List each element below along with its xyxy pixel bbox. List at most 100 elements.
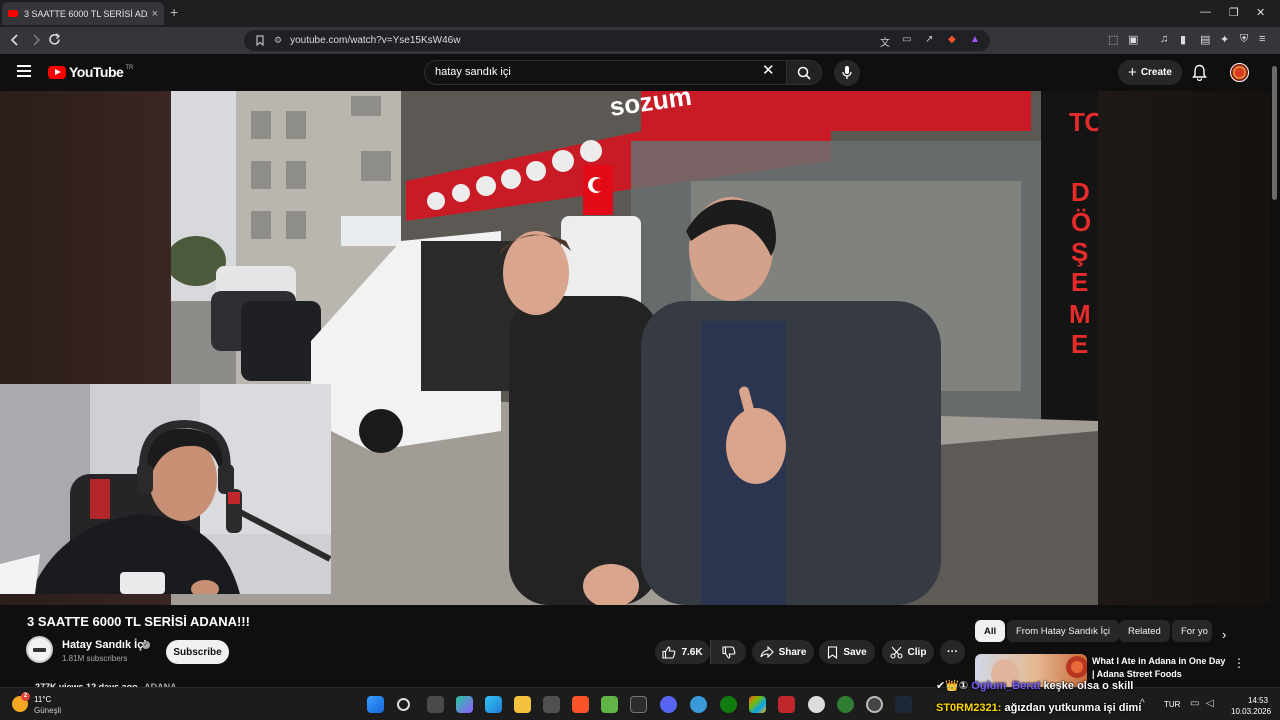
- weather-description[interactable]: Güneşli: [34, 706, 61, 715]
- volume-icon[interactable]: ◁: [1206, 698, 1214, 709]
- cast-icon[interactable]: ▭: [902, 34, 911, 45]
- dislike-button[interactable]: [710, 640, 746, 664]
- create-label: Create: [1140, 67, 1172, 78]
- file-explorer-icon[interactable]: [514, 696, 531, 713]
- minimize-button[interactable]: —: [1200, 6, 1211, 18]
- chat-text: ağızdan yutkunma işi dimi: [1004, 702, 1142, 714]
- browser-tab-youtube[interactable]: 3 SAATTE 6000 TL SERİSİ ADANA!!! ×: [2, 2, 164, 25]
- back-icon[interactable]: [10, 34, 20, 46]
- url-text[interactable]: youtube.com/watch?v=Yse15KsW46w: [290, 35, 460, 46]
- country-code: TR: [125, 65, 134, 71]
- minecraft-icon[interactable]: [601, 696, 618, 713]
- obs-icon[interactable]: [808, 696, 825, 713]
- weather-badge: 2: [21, 692, 30, 701]
- create-button[interactable]: + Create: [1118, 60, 1182, 85]
- clip-button[interactable]: Clip: [882, 640, 934, 664]
- notifications-bell-icon[interactable]: [1192, 64, 1207, 81]
- search-input[interactable]: hatay sandık içi: [424, 60, 786, 85]
- edge-icon[interactable]: [485, 696, 502, 713]
- new-tab-button[interactable]: +: [170, 4, 178, 20]
- channel-avatar[interactable]: [26, 636, 53, 663]
- page-scrollbar[interactable]: [1270, 54, 1280, 687]
- youtube-logo[interactable]: YouTube TR: [48, 64, 133, 80]
- chip-related[interactable]: Related: [1119, 620, 1170, 642]
- clock-date[interactable]: 10.03.2026: [1231, 707, 1271, 716]
- site-info-icon[interactable]: ⚙: [274, 35, 282, 46]
- input-language[interactable]: TUR: [1164, 700, 1180, 709]
- search-button[interactable]: [786, 60, 822, 85]
- start-menu-icon[interactable]: [367, 696, 384, 713]
- translate-icon[interactable]: 文: [880, 34, 890, 49]
- menu-icon[interactable]: ≡: [1259, 33, 1265, 45]
- guide-menu-icon[interactable]: [17, 65, 31, 77]
- brave-rewards-icon[interactable]: ▲: [970, 34, 980, 45]
- address-bar[interactable]: ⚙ youtube.com/watch?v=Yse15KsW46w: [244, 30, 990, 51]
- search-icon: [797, 66, 811, 80]
- voice-search-button[interactable]: [834, 60, 860, 86]
- voicemod-icon[interactable]: [778, 696, 795, 713]
- save-label: Save: [843, 646, 867, 658]
- youtube-wordmark: YouTube: [69, 64, 124, 80]
- sidebar-icon[interactable]: ▮: [1180, 33, 1186, 46]
- svg-text:D: D: [1071, 177, 1090, 207]
- recommendation-menu-icon[interactable]: ⋮: [1233, 656, 1245, 670]
- store-icon[interactable]: [543, 696, 560, 713]
- extensions-icon[interactable]: ⬚: [1108, 33, 1118, 46]
- clock-time[interactable]: 14:53: [1248, 696, 1268, 705]
- forward-icon[interactable]: [31, 34, 41, 46]
- vpn-icon[interactable]: ⛨: [1240, 33, 1248, 46]
- more-actions-button[interactable]: ···: [940, 640, 965, 664]
- plus-icon: +: [1128, 64, 1137, 81]
- share-label: Share: [778, 646, 807, 658]
- task-view-icon[interactable]: [427, 696, 444, 713]
- account-avatar[interactable]: [1230, 63, 1249, 82]
- brave-browser-icon[interactable]: [572, 696, 589, 713]
- globe-app-icon[interactable]: [690, 696, 707, 713]
- reader-icon[interactable]: ▣: [1128, 33, 1138, 46]
- scrollbar-thumb[interactable]: [1272, 66, 1277, 200]
- svg-text:Ö: Ö: [1071, 207, 1091, 237]
- app-green-icon[interactable]: [837, 696, 854, 713]
- xbox-icon[interactable]: [720, 696, 737, 713]
- media-icon[interactable]: ♫: [1160, 33, 1168, 45]
- chat-message: ✔👑① Oglum_Berat keşke olsa o skill: [936, 679, 1133, 692]
- save-button[interactable]: Save: [819, 640, 875, 664]
- chip-from-channel[interactable]: From Hatay Sandık İçi: [1007, 620, 1119, 642]
- office-icon[interactable]: [749, 696, 766, 713]
- subscriber-count: 1.81M subscribers: [62, 654, 128, 663]
- chip-all[interactable]: All: [975, 620, 1006, 642]
- bookmark-icon[interactable]: [256, 35, 264, 46]
- youtube-favicon-icon: [8, 10, 18, 17]
- like-count: 7.6K: [681, 646, 703, 658]
- brave-shield-icon[interactable]: ◆: [948, 34, 956, 45]
- discord-icon[interactable]: [660, 696, 677, 713]
- chip-for-you[interactable]: For yo: [1172, 620, 1212, 642]
- wallet-icon[interactable]: ▤: [1200, 33, 1210, 46]
- recommendation-title[interactable]: What I Ate in Adana in One Day | Adana S…: [1092, 655, 1228, 681]
- browser-tab-bar: 3 SAATTE 6000 TL SERİSİ ADANA!!! × + — ❐…: [0, 0, 1280, 27]
- scissors-icon: [889, 646, 903, 659]
- copilot-icon[interactable]: [456, 696, 473, 713]
- weather-temperature[interactable]: 11°C: [34, 695, 51, 704]
- share-page-icon[interactable]: ↗: [925, 34, 933, 45]
- chips-next-icon[interactable]: ›: [1222, 627, 1226, 642]
- channel-name[interactable]: Hatay Sandık İçi: [62, 639, 146, 651]
- subscribe-button[interactable]: Subscribe: [166, 640, 229, 664]
- clear-search-icon[interactable]: ✕: [762, 63, 775, 79]
- thumbs-down-icon: [721, 645, 735, 659]
- search-taskbar-icon[interactable]: [397, 698, 410, 711]
- capcut-icon[interactable]: [630, 696, 647, 713]
- network-icon[interactable]: ▭: [1190, 698, 1199, 709]
- steam-icon[interactable]: [895, 696, 912, 713]
- app-circle-icon[interactable]: [866, 696, 883, 713]
- chat-message: ST0RM2321: ağızdan yutkunma işi dimi: [936, 702, 1141, 714]
- tab-close-icon[interactable]: ×: [152, 8, 158, 20]
- like-button[interactable]: 7.6K: [655, 640, 710, 664]
- window-close-button[interactable]: ✕: [1256, 6, 1265, 19]
- restore-button[interactable]: ❐: [1229, 6, 1239, 19]
- webcam-image: [0, 384, 331, 594]
- reload-icon[interactable]: [48, 33, 61, 46]
- share-button[interactable]: Share: [752, 640, 814, 664]
- share-icon: [760, 646, 774, 658]
- leo-ai-icon[interactable]: ✦: [1220, 33, 1229, 46]
